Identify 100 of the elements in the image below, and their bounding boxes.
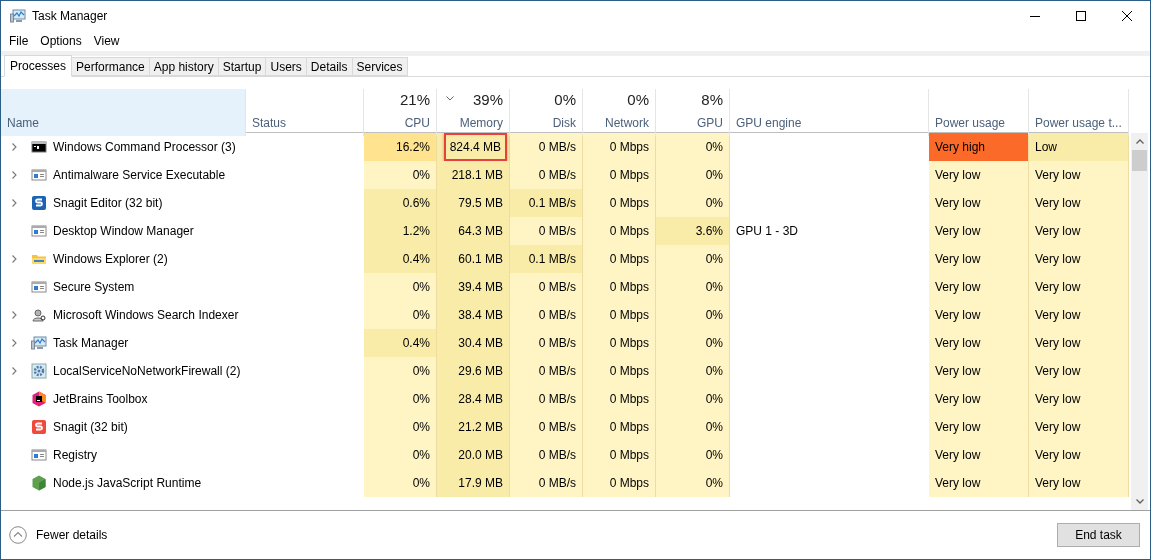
table-cell: 0 Mbps [583, 133, 656, 161]
column-label: Memory [459, 114, 503, 132]
table-cell: 0 MB/s [510, 301, 583, 329]
tab[interactable]: Processes [4, 55, 73, 77]
column-header[interactable]: Status [246, 89, 364, 136]
process-name: Secure System [53, 279, 135, 296]
process-name: Desktop Window Manager [53, 223, 194, 240]
column-label: Power usage [935, 114, 1006, 132]
scrollbar[interactable] [1131, 133, 1148, 510]
table-cell: 16.2% [364, 133, 437, 161]
process-name: Windows Explorer (2) [53, 251, 168, 268]
table-cell: 0% [656, 133, 730, 161]
table-cell: 0 Mbps [583, 301, 656, 329]
table-cell: Very low [929, 245, 1029, 273]
table-cell: 0% [656, 273, 730, 301]
table-cell: 0 Mbps [583, 217, 656, 245]
table-cell: 39.4 MB [437, 273, 510, 301]
table-cell: 0 MB/s [510, 133, 583, 161]
column-header[interactable]: Name [1, 89, 246, 136]
column-label: Network [605, 114, 649, 132]
usage-total: 0% [554, 90, 576, 110]
table-cell: 0 Mbps [583, 273, 656, 301]
minimize-icon [1030, 15, 1040, 17]
table-cell: 0 MB/s [510, 385, 583, 413]
tab[interactable]: Performance [72, 57, 150, 76]
fewer-details-link[interactable]: Fewer details [9, 526, 108, 544]
expand-chevron-icon[interactable] [12, 255, 17, 263]
end-task-button[interactable]: End task [1057, 523, 1140, 547]
process-name: Registry [53, 447, 97, 464]
expand-chevron-icon[interactable] [12, 199, 17, 207]
table-cell: 0 Mbps [583, 329, 656, 357]
process-name: Antimalware Service Executable [53, 167, 226, 184]
table-cell: Very low [1029, 469, 1129, 497]
table-cell: Very low [1029, 245, 1129, 273]
table-cell: Low [1029, 133, 1129, 161]
table-cell: 60.1 MB [437, 245, 510, 273]
column-label: Status [252, 114, 287, 132]
table-cell: 1.2% [364, 217, 437, 245]
scroll-down-icon[interactable] [1135, 499, 1144, 504]
table-cell: 38.4 MB [437, 301, 510, 329]
table-cell: Very low [1029, 329, 1129, 357]
close-icon [1122, 11, 1132, 21]
hexagon-icon [31, 475, 47, 491]
s-logo-icon [31, 419, 47, 435]
table-cell: Very low [929, 329, 1029, 357]
menu-item[interactable]: View [87, 32, 126, 50]
window-title: Task Manager [32, 8, 108, 25]
expand-chevron-icon[interactable] [12, 367, 17, 375]
tab[interactable]: App history [149, 57, 219, 76]
table-cell: Very low [929, 301, 1029, 329]
process-name: Microsoft Windows Search Indexer [53, 307, 239, 324]
window-icon [31, 223, 47, 239]
table-cell: Very low [1029, 217, 1129, 245]
table-cell: 0% [364, 441, 437, 469]
column-label: GPU engine [736, 114, 802, 132]
table-cell: 0% [656, 469, 730, 497]
window-icon [31, 447, 47, 463]
column-header[interactable]: GPU engine [730, 89, 929, 136]
table-cell: 0% [364, 357, 437, 385]
usage-total: 39% [472, 90, 503, 110]
column-label: CPU [404, 114, 430, 132]
menu-item[interactable]: Options [34, 32, 88, 50]
expand-chevron-icon[interactable] [12, 143, 17, 151]
table-cell: Very low [1029, 273, 1129, 301]
window-icon [31, 167, 47, 183]
table-cell: 0% [656, 189, 730, 217]
expand-chevron-icon[interactable] [12, 311, 17, 319]
table-cell: 30.4 MB [437, 329, 510, 357]
tab[interactable]: Startup [218, 57, 267, 76]
user-icon [31, 307, 47, 323]
table-cell: 0 Mbps [583, 385, 656, 413]
menu-item[interactable]: File [3, 32, 35, 50]
table-cell: 0% [656, 301, 730, 329]
table-cell: 0% [364, 301, 437, 329]
table-cell: Very low [929, 413, 1029, 441]
table-cell: 824.4 MB [437, 133, 510, 161]
scrollbar-thumb[interactable] [1132, 150, 1147, 171]
table-cell: 0 MB/s [510, 161, 583, 189]
table-cell: 0.1 MB/s [510, 189, 583, 217]
table-cell: 79.5 MB [437, 189, 510, 217]
table-cell: Very low [929, 217, 1029, 245]
maximize-icon [1076, 11, 1086, 21]
table-cell: 0 Mbps [583, 469, 656, 497]
process-name: Windows Command Processor (3) [53, 139, 236, 156]
tab[interactable]: Services [352, 57, 408, 76]
table-cell: 0% [656, 357, 730, 385]
expand-chevron-icon[interactable] [12, 339, 17, 347]
usage-total: 8% [701, 90, 723, 110]
table-cell: 21.2 MB [437, 413, 510, 441]
s-logo-icon [31, 195, 47, 211]
tab[interactable]: Details [306, 57, 353, 76]
table-cell: 0% [364, 385, 437, 413]
tab[interactable]: Users [266, 57, 307, 76]
table-cell: Very low [1029, 357, 1129, 385]
expand-chevron-icon[interactable] [12, 171, 17, 179]
scroll-up-icon[interactable] [1135, 139, 1144, 144]
table-cell: Very low [929, 441, 1029, 469]
table-cell: Very low [929, 385, 1029, 413]
usage-total: 0% [627, 90, 649, 110]
table-cell: 0 Mbps [583, 441, 656, 469]
